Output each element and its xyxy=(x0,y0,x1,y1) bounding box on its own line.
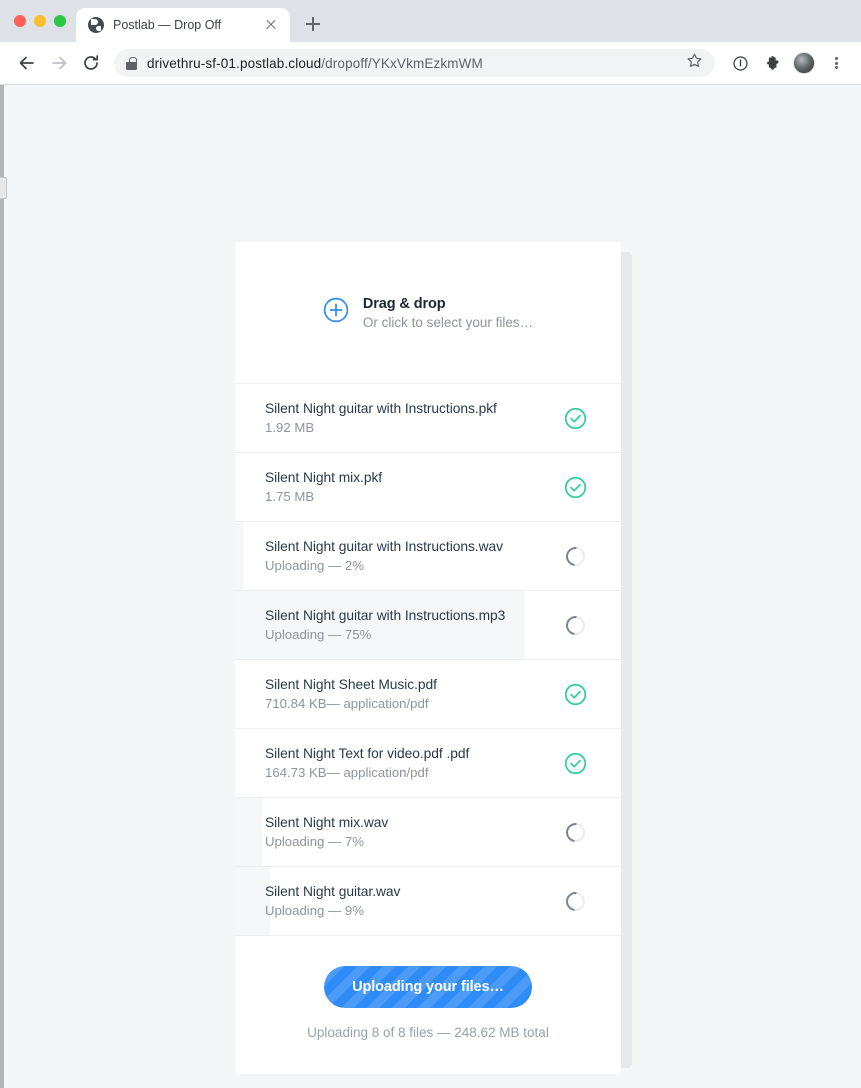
file-row: Silent Night guitar with Instructions.pk… xyxy=(235,384,621,453)
check-circle-icon xyxy=(561,680,589,708)
url-text: drivethru-sf-01.postlab.cloud/dropoff/YK… xyxy=(147,56,483,71)
file-row: Silent Night Text for video.pdf .pdf 164.… xyxy=(235,729,621,798)
upload-status-text: Uploading 8 of 8 files — 248.62 MB total xyxy=(307,1025,549,1040)
file-row: Silent Night Sheet Music.pdf 710.84 KB— a… xyxy=(235,660,621,729)
avatar-icon[interactable] xyxy=(789,48,819,78)
minimize-window-button[interactable] xyxy=(34,15,46,27)
check-circle-icon xyxy=(561,404,589,432)
star-icon[interactable] xyxy=(686,52,703,74)
upload-button[interactable]: Uploading your files… xyxy=(324,966,532,1008)
dropzone-subtitle: Or click to select your files… xyxy=(362,314,534,330)
dropzone[interactable]: Drag & drop Or click to select your file… xyxy=(235,242,621,384)
file-row: Silent Night guitar.wav Uploading — 9% xyxy=(235,867,621,936)
file-row: Silent Night mix.pkf 1.75 MB xyxy=(235,453,621,522)
file-row: Silent Night mix.wav Uploading — 7% xyxy=(235,798,621,867)
browser-tab[interactable]: Postlab — Drop Off xyxy=(76,8,290,42)
puzzle-piece-icon[interactable] xyxy=(757,48,787,78)
spinner-icon xyxy=(561,611,589,639)
check-circle-icon xyxy=(561,473,589,501)
spinner-icon xyxy=(561,542,589,570)
three-dot-menu-icon[interactable] xyxy=(821,48,851,78)
file-status: Uploading — 7% xyxy=(265,834,364,849)
forward-arrow-icon[interactable] xyxy=(44,48,74,78)
url-bar[interactable]: drivethru-sf-01.postlab.cloud/dropoff/YK… xyxy=(114,49,715,77)
browser-window: Postlab — Drop Off drivethru-sf-01.postl… xyxy=(0,0,861,1088)
plus-icon[interactable] xyxy=(298,9,328,39)
reload-icon[interactable] xyxy=(76,48,106,78)
spinner-icon xyxy=(561,818,589,846)
file-name: Silent Night mix.pkf xyxy=(265,470,383,485)
info-circle-icon[interactable] xyxy=(725,48,755,78)
file-status: Uploading — 9% xyxy=(265,903,364,918)
sidebar-toggle-handle[interactable] xyxy=(0,177,7,199)
file-list: Silent Night guitar with Instructions.pk… xyxy=(235,384,621,936)
tab-strip: Postlab — Drop Off xyxy=(0,0,861,42)
file-name: Silent Night mix.wav xyxy=(265,815,389,830)
url-host: drivethru-sf-01.postlab.cloud xyxy=(147,55,322,71)
file-row: Silent Night guitar with Instructions.wa… xyxy=(235,522,621,591)
globe-icon xyxy=(88,17,104,33)
circle-plus-icon xyxy=(323,297,349,328)
window-controls xyxy=(10,0,76,42)
close-icon[interactable] xyxy=(262,16,280,34)
file-name: Silent Night Sheet Music.pdf xyxy=(265,677,437,692)
card-footer: Uploading your files… Uploading 8 of 8 f… xyxy=(235,936,621,1074)
tab-title: Postlab — Drop Off xyxy=(113,18,222,32)
close-window-button[interactable] xyxy=(14,15,26,27)
file-row: Silent Night guitar with Instructions.mp… xyxy=(235,591,621,660)
dropoff-card: Drag & drop Or click to select your file… xyxy=(235,242,621,1074)
page-viewport: Drag & drop Or click to select your file… xyxy=(0,85,861,1088)
window-left-edge xyxy=(0,85,4,1088)
url-path: /dropoff/YKxVkmEzkmWM xyxy=(321,55,483,71)
file-status: 1.92 MB xyxy=(265,420,315,435)
browser-toolbar: drivethru-sf-01.postlab.cloud/dropoff/YK… xyxy=(0,42,861,85)
lock-icon xyxy=(126,56,137,70)
avatar xyxy=(793,52,815,74)
file-status: 1.75 MB xyxy=(265,489,315,504)
check-circle-icon xyxy=(561,749,589,777)
file-name: Silent Night guitar with Instructions.wa… xyxy=(265,539,503,554)
maximize-window-button[interactable] xyxy=(54,15,66,27)
dropzone-title: Drag & drop xyxy=(362,295,446,312)
spinner-icon xyxy=(561,887,589,915)
file-status: Uploading — 2% xyxy=(265,558,364,573)
file-name: Silent Night guitar with Instructions.pk… xyxy=(265,401,497,416)
back-arrow-icon[interactable] xyxy=(12,48,42,78)
file-name: Silent Night guitar with Instructions.mp… xyxy=(265,608,506,623)
file-name: Silent Night Text for video.pdf .pdf xyxy=(265,746,470,761)
file-status: 164.73 KB— application/pdf xyxy=(265,765,429,780)
file-status: 710.84 KB— application/pdf xyxy=(265,696,429,711)
file-status: Uploading — 75% xyxy=(265,627,372,642)
file-name: Silent Night guitar.wav xyxy=(265,884,401,899)
